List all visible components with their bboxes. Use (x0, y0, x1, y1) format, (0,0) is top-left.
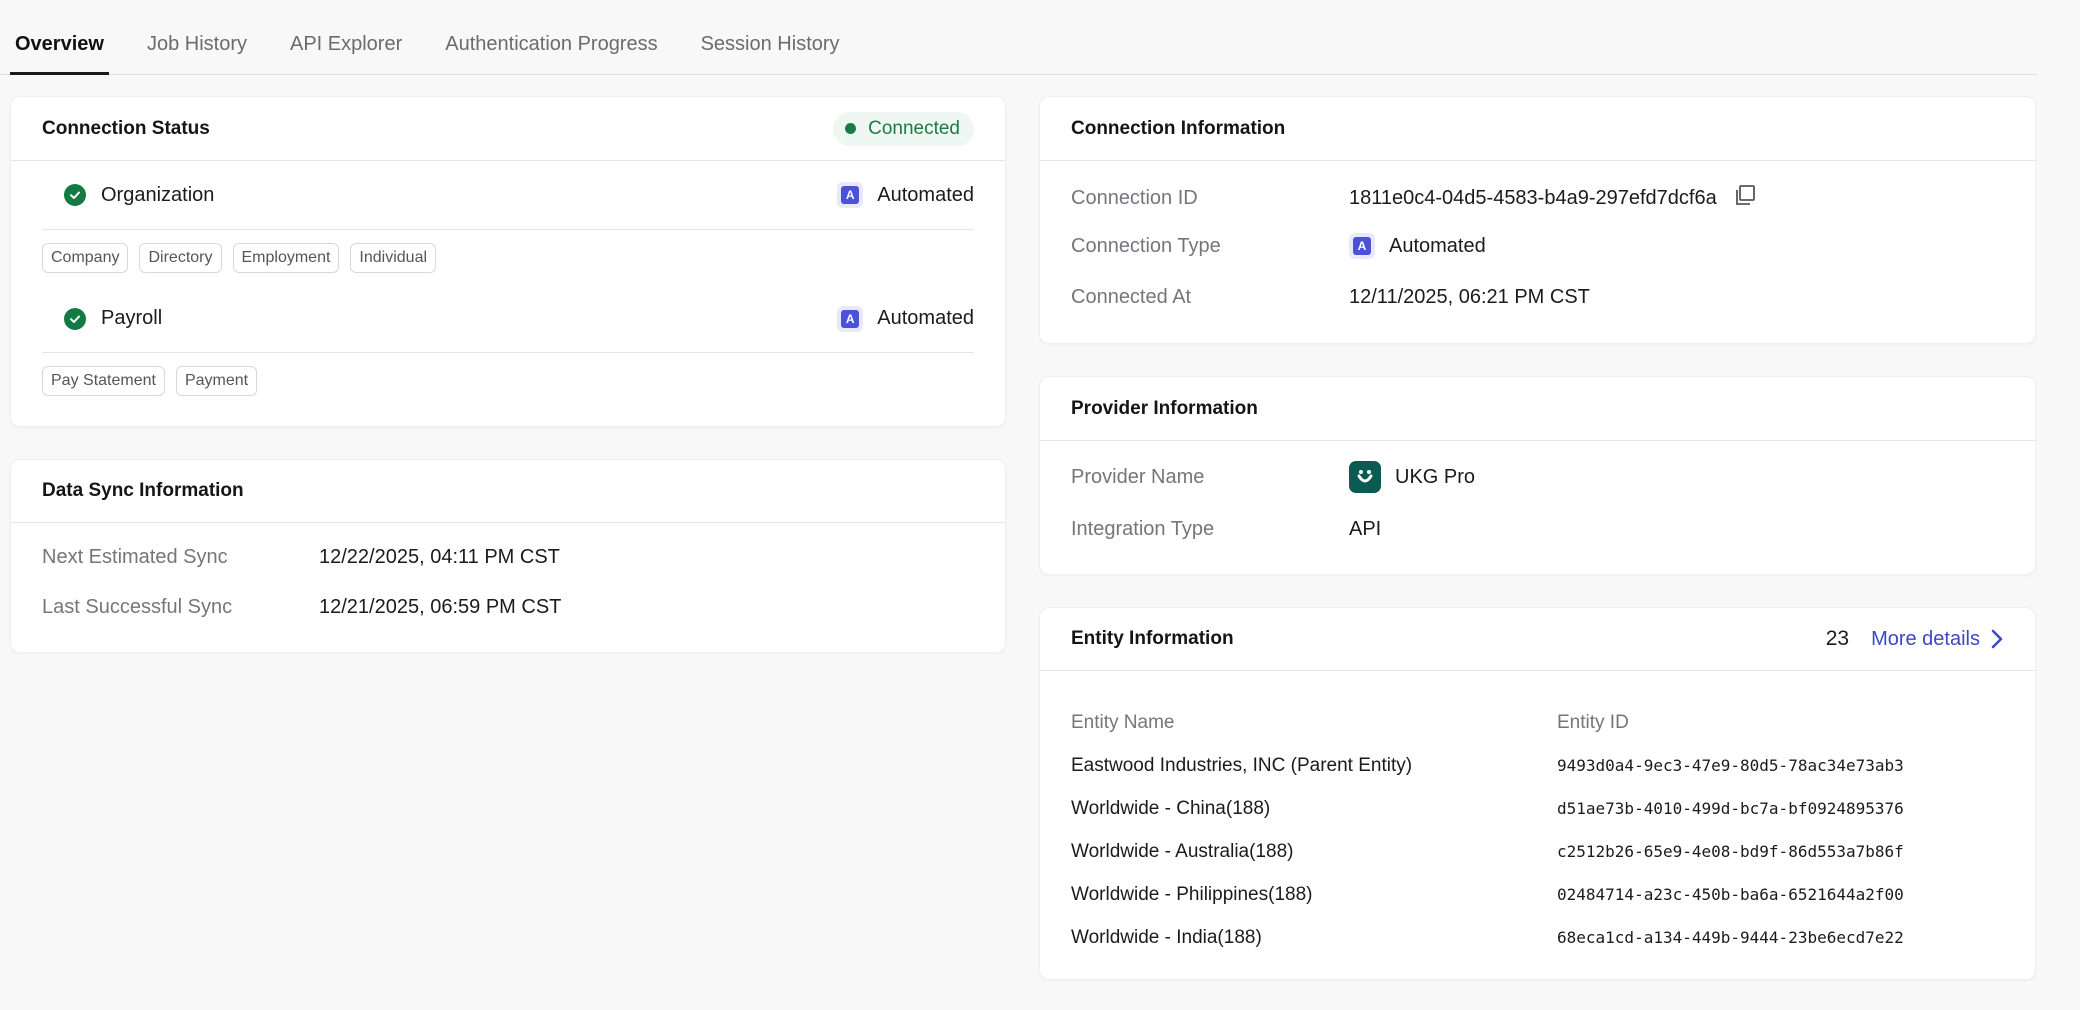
data-sync-card: Data Sync Information Next Estimated Syn… (10, 459, 1006, 653)
product-row-organization: Organization A Automated (42, 161, 974, 230)
card-title: Connection Status (42, 117, 210, 139)
scope-chip: Directory (139, 243, 222, 273)
table-row: Worldwide - China(188) d51ae73b-4010-499… (1071, 787, 2004, 830)
tab-overview[interactable]: Overview (10, 0, 109, 75)
entity-id: 02484714-a23c-450b-ba6a-6521644a2f00 (1557, 885, 1904, 904)
tab-authentication-progress[interactable]: Authentication Progress (445, 0, 657, 74)
entity-table: Entity Name Entity ID Eastwood Industrie… (1040, 671, 2035, 959)
tab-api-explorer[interactable]: API Explorer (290, 0, 402, 74)
connection-status-card: Connection Status Connected Organization… (10, 96, 1006, 427)
data-sync-header: Data Sync Information (11, 460, 1005, 523)
column-header-entity-name: Entity Name (1071, 711, 1175, 733)
next-sync-row: Next Estimated Sync 12/22/2025, 04:11 PM… (42, 546, 560, 569)
provider-name-value: UKG Pro (1395, 465, 1476, 488)
card-title: Entity Information (1071, 628, 1234, 649)
entity-name: Worldwide - India(188) (1071, 926, 1262, 948)
column-header-entity-id: Entity ID (1557, 711, 1629, 733)
entity-name: Eastwood Industries, INC (Parent Entity) (1071, 754, 1413, 776)
connection-info-header: Connection Information (1040, 97, 2035, 161)
status-dot-icon (845, 123, 857, 134)
integration-type-row: Integration Type API (1071, 518, 1381, 541)
scope-chip: Pay Statement (42, 366, 165, 396)
status-badge: Connected (833, 111, 974, 146)
entity-table-header: Entity Name Entity ID (1071, 701, 2004, 744)
integration-type-label: Integration Type (1071, 518, 1215, 540)
last-sync-row: Last Successful Sync 12/21/2025, 06:59 P… (42, 596, 561, 619)
connection-id-label: Connection ID (1071, 186, 1198, 209)
automated-badge-icon: A (837, 182, 864, 208)
connected-at-row: Connected At 12/11/2025, 06:21 PM CST (1071, 286, 1590, 309)
last-sync-label: Last Successful Sync (42, 596, 233, 618)
entity-id: 68eca1cd-a134-449b-9444-23be6ecd7e22 (1557, 928, 1904, 947)
provider-info-card: Provider Information Provider Name UKG P… (1039, 376, 2036, 575)
entity-name: Worldwide - China(188) (1071, 797, 1271, 819)
connection-id-row: Connection ID 1811e0c4-04d5-4583-b4a9-29… (1071, 183, 1757, 213)
automated-label: A Automated (837, 182, 974, 208)
next-sync-label: Next Estimated Sync (42, 546, 228, 568)
connected-at-value: 12/11/2025, 06:21 PM CST (1349, 286, 1590, 308)
chevron-right-icon (1991, 629, 2003, 649)
entity-info-card: Entity Information 23 More details Entit… (1039, 607, 2036, 980)
product-row-payroll: Payroll A Automated (42, 285, 974, 353)
entity-id: d51ae73b-4010-499d-bc7a-bf0924895376 (1557, 799, 1904, 818)
last-sync-value: 12/21/2025, 06:59 PM CST (319, 596, 562, 618)
scope-chips: Pay Statement Payment (11, 353, 1005, 408)
scope-chip: Payment (175, 366, 258, 396)
scope-chip: Company (42, 243, 129, 273)
connection-status-header: Connection Status Connected (11, 97, 1005, 161)
table-row: Eastwood Industries, INC (Parent Entity)… (1071, 744, 2004, 787)
next-sync-value: 12/22/2025, 04:11 PM CST (319, 546, 560, 568)
entity-id: 9493d0a4-9ec3-47e9-80d5-78ac34e73ab3 (1557, 756, 1904, 775)
automated-label: A Automated (837, 305, 974, 332)
copy-icon[interactable] (1733, 183, 1757, 213)
table-row: Worldwide - Australia(188) c2512b26-65e9… (1071, 830, 2004, 873)
automated-badge-icon: A (837, 305, 864, 332)
connection-info-card: Connection Information Connection ID 181… (1039, 96, 2036, 344)
tab-job-history[interactable]: Job History (147, 0, 247, 74)
connected-at-label: Connected At (1071, 286, 1192, 308)
scope-chip: Individual (350, 243, 437, 273)
check-circle-icon (64, 307, 86, 330)
card-title: Data Sync Information (42, 480, 244, 501)
entity-name: Worldwide - Philippines(188) (1071, 883, 1313, 905)
status-label: Connected (868, 117, 960, 139)
product-name: Organization (101, 183, 215, 206)
entity-info-header: Entity Information 23 More details (1040, 608, 2035, 671)
scope-chips: Company Directory Employment Individual (11, 230, 1005, 285)
connection-type-row: Connection Type A Automated (1071, 233, 1486, 259)
provider-info-header: Provider Information (1040, 377, 2035, 441)
check-circle-icon (64, 184, 86, 206)
scope-chip: Employment (232, 243, 340, 273)
tab-bar: Overview Job History API Explorer Authen… (0, 0, 2037, 75)
entity-id: c2512b26-65e9-4e08-bd9f-86d553a7b86f (1557, 842, 1904, 861)
provider-name-label: Provider Name (1071, 465, 1205, 488)
connection-id-value: 1811e0c4-04d5-4583-b4a9-297efd7dcf6a (1349, 186, 1717, 209)
table-row: Worldwide - Philippines(188) 02484714-a2… (1071, 873, 2004, 916)
ukg-logo-icon (1349, 461, 1381, 493)
provider-name-row: Provider Name UKG Pro (1071, 461, 1475, 493)
connection-type-value: Automated (1389, 234, 1486, 257)
entity-count: 23 (1825, 627, 1850, 650)
card-title: Provider Information (1071, 397, 1258, 419)
integration-type-value: API (1349, 518, 1382, 540)
product-name: Payroll (101, 307, 163, 329)
tab-session-history[interactable]: Session History (701, 0, 840, 74)
table-row: Worldwide - India(188) 68eca1cd-a134-449… (1071, 916, 2004, 959)
entity-name: Worldwide - Australia(188) (1071, 840, 1294, 862)
automated-badge-icon: A (1349, 233, 1375, 259)
card-title: Connection Information (1071, 117, 1286, 139)
connection-type-label: Connection Type (1071, 234, 1221, 257)
more-details-link[interactable]: More details (1871, 628, 2004, 651)
